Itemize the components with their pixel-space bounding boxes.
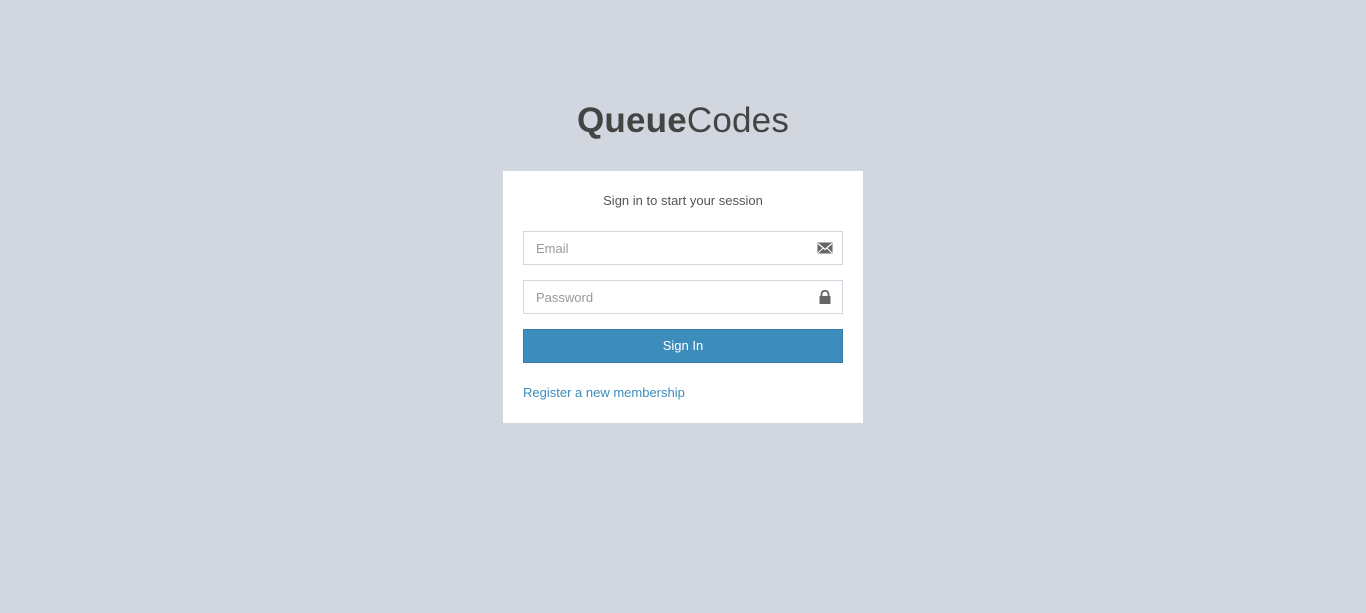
signin-button[interactable]: Sign In (523, 329, 843, 363)
register-link[interactable]: Register a new membership (523, 384, 685, 402)
lock-icon (819, 290, 831, 304)
email-input[interactable] (524, 232, 842, 264)
app-logo[interactable]: QueueCodes (0, 98, 1366, 144)
logo-light-text: Codes (686, 101, 790, 140)
password-input[interactable] (524, 281, 842, 313)
logo-bold-text: Queue (576, 101, 687, 140)
email-field-group (523, 231, 843, 265)
login-message: Sign in to start your session (603, 193, 763, 208)
envelope-icon (817, 242, 833, 254)
password-field-group (523, 280, 843, 314)
login-box: Sign in to start your session Sign In Re… (503, 171, 863, 423)
